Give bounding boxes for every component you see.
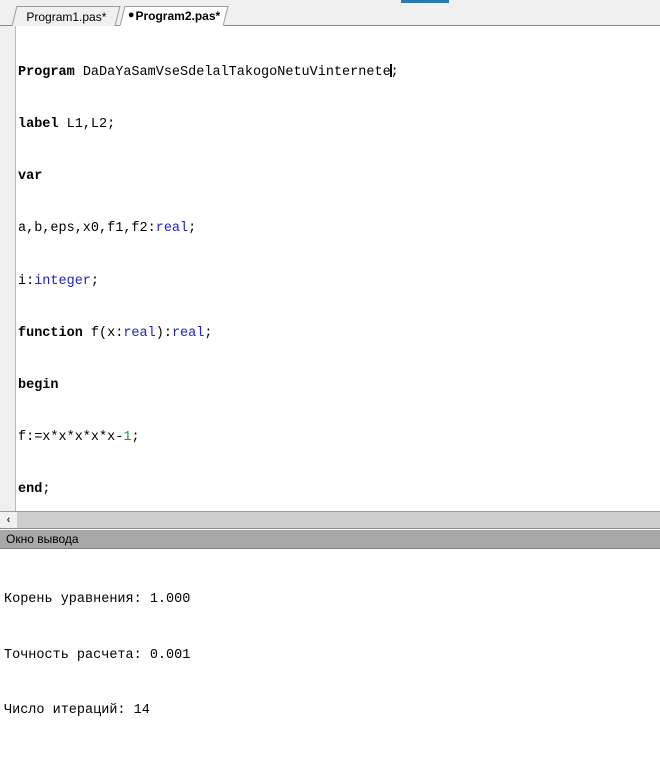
output-panel-body[interactable]: Корень уравнения: 1.000 Точность расчета… xyxy=(0,550,660,718)
code-line: begin xyxy=(18,378,59,394)
tab-label: Program2.pas* xyxy=(135,9,221,23)
tab-program1-pas[interactable]: Program1.pas* xyxy=(11,6,121,26)
editor-horizontal-scrollbar[interactable]: ‹ xyxy=(0,512,660,529)
output-line: Число итераций: 14 xyxy=(4,703,150,718)
output-text-content: Корень уравнения: 1.000 Точность расчета… xyxy=(4,554,190,758)
tab-modified-dot: ● xyxy=(127,8,135,21)
output-line: Точность расчета: 0.001 xyxy=(4,647,191,663)
window-accent-bar xyxy=(401,0,449,3)
code-line: i:integer; xyxy=(18,273,100,289)
code-editor[interactable]: Program DaDaYaSamVseSdelalTakogoNetuVint… xyxy=(0,26,660,512)
editor-tab-bar: Program1.pas* ● Program2.pas* xyxy=(0,4,660,26)
code-line: a,b,eps,x0,f1,f2:real; xyxy=(18,221,197,237)
text-caret xyxy=(389,63,392,77)
code-line: f:=x*x*x*x*x-1; xyxy=(18,430,140,446)
tab-program2-pas[interactable]: ● Program2.pas* xyxy=(119,6,229,26)
code-line: Program DaDaYaSamVseSdelalTakogoNetuVint… xyxy=(18,63,399,80)
tab-label: Program1.pas* xyxy=(26,9,107,24)
code-text-area[interactable]: Program DaDaYaSamVseSdelalTakogoNetuVint… xyxy=(18,29,399,511)
output-panel-title: Окно вывода xyxy=(6,532,79,546)
scroll-left-arrow-icon[interactable]: ‹ xyxy=(0,512,17,528)
code-line: function f(x:real):real; xyxy=(18,325,213,341)
code-line: var xyxy=(18,169,43,185)
code-line: end; xyxy=(18,482,51,498)
output-line: Корень уравнения: 1.000 xyxy=(4,592,191,607)
code-line: label L1,L2; xyxy=(18,117,116,133)
editor-gutter xyxy=(0,26,16,511)
output-panel-header: Окно вывода xyxy=(0,530,660,549)
